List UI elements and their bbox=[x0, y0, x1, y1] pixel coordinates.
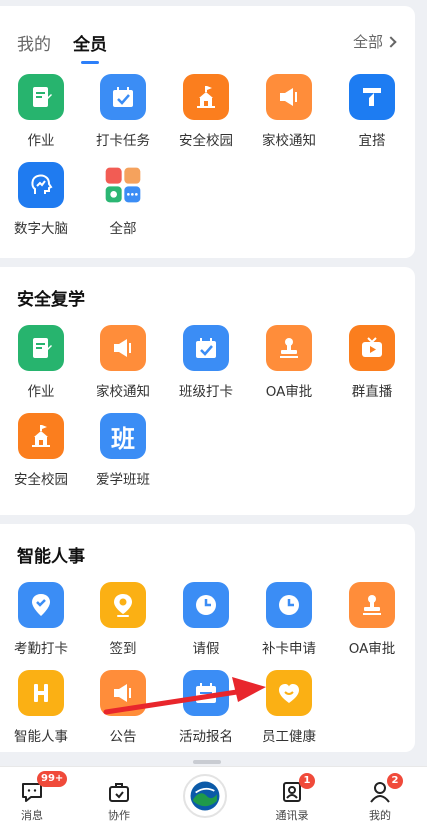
chevron-right-icon bbox=[385, 35, 397, 48]
tab-all-staff[interactable]: 全员 bbox=[73, 30, 107, 64]
live-tv-icon bbox=[349, 325, 395, 371]
app-label: 宜搭 bbox=[358, 133, 386, 149]
calendar-check-icon bbox=[183, 325, 229, 371]
app-label: 作业 bbox=[27, 133, 55, 149]
homework-icon bbox=[18, 325, 64, 371]
heart-smile-icon bbox=[266, 670, 312, 716]
stamp-icon bbox=[349, 582, 395, 628]
app-group-live[interactable]: 群直播 bbox=[331, 325, 413, 400]
school-building-icon bbox=[183, 74, 229, 120]
app-homework[interactable]: 作业 bbox=[0, 74, 82, 149]
h-letter-icon bbox=[18, 670, 64, 716]
app-safe-campus[interactable]: 安全校园 bbox=[0, 413, 82, 488]
app-label: 数字大脑 bbox=[14, 221, 68, 237]
app-label: 安全校园 bbox=[14, 472, 68, 488]
briefcase-icon bbox=[109, 783, 129, 802]
nav-label: 通讯录 bbox=[275, 809, 309, 822]
calendar-icon bbox=[183, 670, 229, 716]
clock-icon bbox=[183, 582, 229, 628]
app-label: 智能人事 bbox=[14, 729, 68, 745]
location-check-icon bbox=[18, 582, 64, 628]
megaphone-icon bbox=[100, 325, 146, 371]
drawer-handle[interactable] bbox=[193, 760, 221, 764]
app-oa-approval[interactable]: OA审批 bbox=[331, 582, 413, 657]
view-all-label: 全部 bbox=[352, 33, 383, 51]
school-logo-icon bbox=[190, 781, 220, 811]
app-checkin-task[interactable]: 打卡任务 bbox=[82, 74, 164, 149]
app-card-safe-return: 安全复学 作业 家校通知 班级打卡 OA审批 群直播 安全校园 班 爱学班班 bbox=[0, 267, 415, 515]
nav-label: 消息 bbox=[21, 809, 43, 822]
app-label: 考勤打卡 bbox=[14, 641, 68, 657]
app-card-favorites: 我的 全员 全部 作业 打卡任务 安全校园 家校通知 宜搭 数字大脑 全部 bbox=[0, 6, 415, 258]
app-all[interactable]: 全部 bbox=[82, 162, 164, 237]
app-homework[interactable]: 作业 bbox=[0, 325, 82, 400]
app-yida[interactable]: 宜搭 bbox=[331, 74, 413, 149]
app-label: 补卡申请 bbox=[262, 641, 316, 657]
app-event-signup[interactable]: 活动报名 bbox=[165, 670, 247, 745]
app-label: 请假 bbox=[192, 641, 220, 657]
nav-label: 协作 bbox=[108, 809, 130, 822]
app-label: OA审批 bbox=[348, 641, 396, 657]
app-label: 作业 bbox=[27, 384, 55, 400]
app-label: 员工健康 bbox=[262, 729, 316, 745]
app-home-school-notice[interactable]: 家校通知 bbox=[248, 74, 330, 149]
school-logo-button[interactable] bbox=[183, 774, 227, 818]
app-label: 家校通知 bbox=[96, 384, 150, 400]
nav-collaboration[interactable]: 协作 bbox=[89, 767, 149, 822]
app-label: 公告 bbox=[109, 729, 137, 745]
app-label: 安全校园 bbox=[179, 133, 233, 149]
section-title: 安全复学 bbox=[17, 290, 85, 310]
location-pin-icon bbox=[100, 582, 146, 628]
app-announcement[interactable]: 公告 bbox=[82, 670, 164, 745]
app-label: 群直播 bbox=[351, 384, 393, 400]
app-home-school-notice[interactable]: 家校通知 bbox=[82, 325, 164, 400]
unread-badge: 99+ bbox=[37, 771, 68, 787]
megaphone-icon bbox=[266, 74, 312, 120]
app-label: 全部 bbox=[109, 221, 137, 237]
app-label: 家校通知 bbox=[262, 133, 316, 149]
app-attendance[interactable]: 考勤打卡 bbox=[0, 582, 82, 657]
app-oa-approval[interactable]: OA审批 bbox=[248, 325, 330, 400]
megaphone-icon bbox=[100, 670, 146, 716]
app-card-smart-hr: 智能人事 考勤打卡 签到 请假 补卡申请 OA审批 智能人事 公告 活动报名 员… bbox=[0, 524, 415, 752]
app-aixue-banban[interactable]: 班 爱学班班 bbox=[82, 413, 164, 488]
homework-icon bbox=[18, 74, 64, 120]
school-building-icon bbox=[18, 413, 64, 459]
app-sign-in[interactable]: 签到 bbox=[82, 582, 164, 657]
app-punch-correction[interactable]: 补卡申请 bbox=[248, 582, 330, 657]
mine-badge: 2 bbox=[387, 773, 403, 789]
yida-icon bbox=[349, 74, 395, 120]
app-label: 签到 bbox=[109, 641, 137, 657]
app-digital-brain[interactable]: 数字大脑 bbox=[0, 162, 82, 237]
all-apps-icon bbox=[100, 162, 146, 208]
brain-icon bbox=[18, 162, 64, 208]
clock-icon bbox=[266, 582, 312, 628]
app-class-checkin[interactable]: 班级打卡 bbox=[165, 325, 247, 400]
app-label: 打卡任务 bbox=[96, 133, 150, 149]
calendar-check-icon bbox=[100, 74, 146, 120]
app-label: 爱学班班 bbox=[96, 472, 150, 488]
ban-text-icon: 班 bbox=[100, 413, 146, 459]
app-label: 活动报名 bbox=[179, 729, 233, 745]
tab-mine[interactable]: 我的 bbox=[17, 30, 51, 55]
contacts-badge: 1 bbox=[299, 773, 315, 789]
ban-glyph: 班 bbox=[111, 424, 135, 453]
view-all-link[interactable]: 全部 bbox=[352, 31, 397, 52]
tab-bar: 我的 全员 bbox=[17, 30, 107, 64]
stamp-icon bbox=[266, 325, 312, 371]
app-employee-health[interactable]: 员工健康 bbox=[248, 670, 330, 745]
app-label: 班级打卡 bbox=[179, 384, 233, 400]
app-leave[interactable]: 请假 bbox=[165, 582, 247, 657]
nav-label: 我的 bbox=[369, 809, 391, 822]
app-label: OA审批 bbox=[265, 384, 313, 400]
app-safe-campus[interactable]: 安全校园 bbox=[165, 74, 247, 149]
app-smart-hr[interactable]: 智能人事 bbox=[0, 670, 82, 745]
section-title: 智能人事 bbox=[17, 547, 85, 567]
